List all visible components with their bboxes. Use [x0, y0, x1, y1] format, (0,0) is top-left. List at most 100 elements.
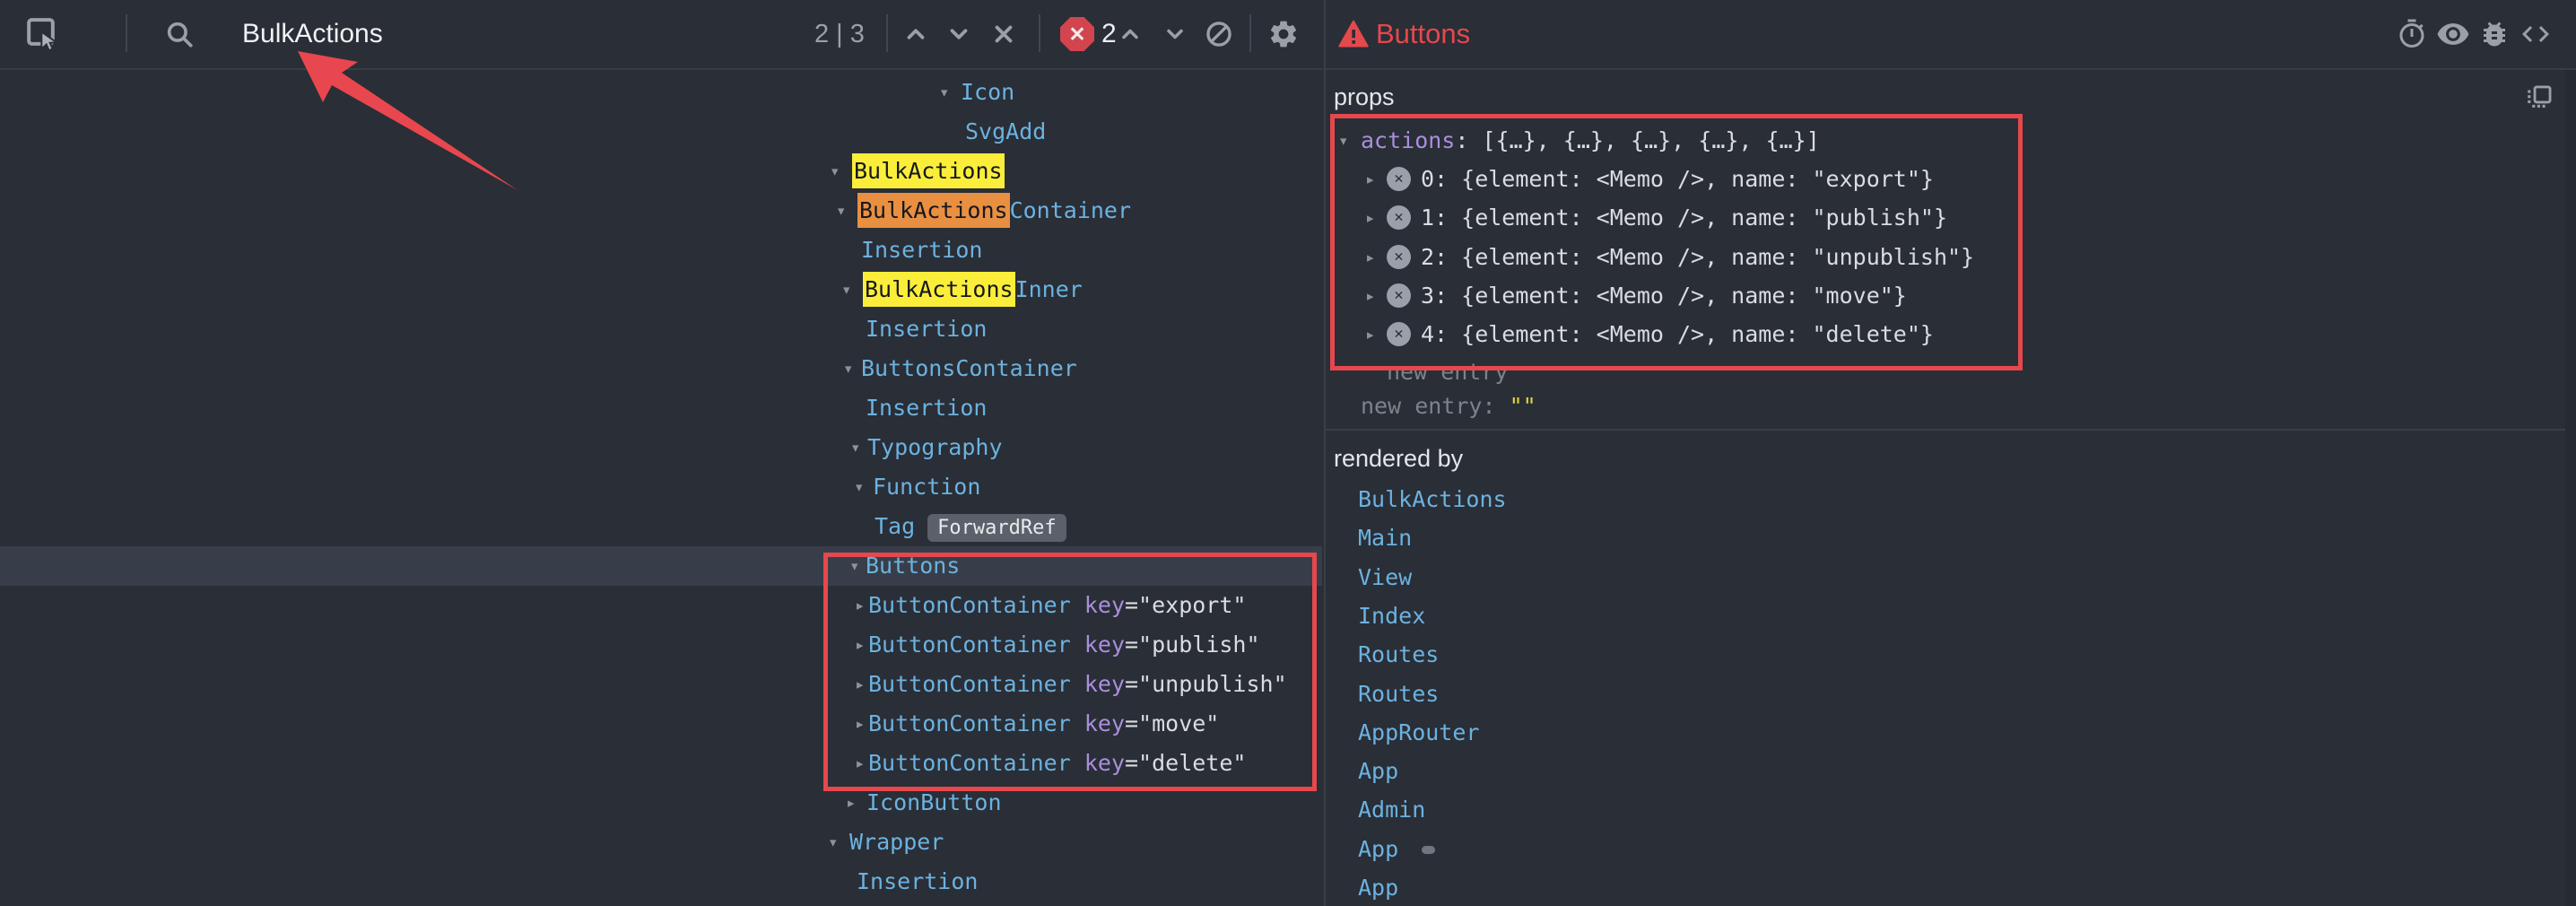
tree-row-buttons[interactable]: ▾ Buttons	[0, 546, 1322, 586]
error-badge-icon: ✕	[1060, 17, 1094, 51]
tree-label-part: Buttons	[866, 553, 960, 579]
panel-divider[interactable]	[1324, 0, 1326, 906]
expand-arrow-icon[interactable]: ▸	[855, 744, 865, 783]
owner-name: Main	[1358, 518, 1412, 558]
tree-label-part: ="unpublish"	[1125, 671, 1287, 697]
tree-row-svgadd[interactable]: SvgAdd	[0, 112, 1322, 152]
scrollbar-track[interactable]	[2565, 70, 2576, 906]
toolbar: BulkActions 2 | 3 ✕ 2	[0, 0, 2576, 70]
owner-name: App	[1358, 868, 1398, 906]
tree-row-label: Insertion	[866, 309, 987, 349]
owner-name: Admin	[1358, 790, 1425, 830]
element-picker-button[interactable]	[20, 0, 66, 68]
inspected-component-title: Buttons	[1376, 0, 1470, 68]
prop-array-item-text: 3: {element: <Memo />, name: "move"}	[1421, 276, 1907, 316]
collapse-arrow-icon[interactable]: ▾	[836, 191, 846, 231]
tree-row-insertion-2[interactable]: Insertion	[0, 309, 1322, 349]
search-results-count: 2 | 3	[814, 0, 865, 68]
element-picker-icon	[25, 16, 61, 52]
copy-props-button[interactable]	[2519, 77, 2560, 118]
tree-label-part: Insertion	[861, 237, 982, 263]
prop-value-preview: : [{…}, {…}, {…}, {…}, {…}]	[1455, 127, 1819, 153]
toolbar-divider	[1249, 14, 1251, 52]
tree-row-iconbutton[interactable]: ▸IconButton	[0, 783, 1322, 823]
delete-entry-icon[interactable]: ✕	[1387, 283, 1411, 308]
tree-label-part	[1071, 671, 1084, 697]
clear-search-button[interactable]	[983, 0, 1024, 68]
tree-label-part: key	[1084, 632, 1125, 658]
prop-array-item-text: 1: {element: <Memo />, name: "publish"}	[1421, 198, 1947, 238]
collapse-arrow-icon[interactable]: ▾	[1338, 121, 1348, 161]
settings-button[interactable]	[1263, 0, 1304, 68]
previous-result-button[interactable]	[895, 0, 936, 68]
toolbar-divider	[126, 14, 127, 52]
clear-errors-button[interactable]	[1198, 0, 1240, 68]
collapse-arrow-icon[interactable]: ▾	[849, 546, 859, 586]
collapse-arrow-icon[interactable]: ▾	[830, 152, 840, 191]
tree-row-label: SvgAdd	[965, 112, 1046, 152]
tree-label-part: ButtonContainer	[868, 592, 1071, 618]
delete-entry-icon[interactable]: ✕	[1387, 245, 1411, 269]
tree-row-function[interactable]: ▾Function	[0, 467, 1322, 507]
expand-arrow-icon[interactable]: ▸	[1365, 238, 1375, 277]
tree-row-label: Insertion	[866, 388, 987, 428]
delete-entry-icon[interactable]: ✕	[1387, 322, 1411, 346]
tree-label-part: Wrapper	[849, 829, 944, 855]
tree-row-insertion-3[interactable]: Insertion	[0, 388, 1322, 428]
tree-row-buttoncontainer-publish[interactable]: ▸ButtonContainer key="publish"	[0, 625, 1322, 665]
suspend-component-button[interactable]	[2391, 0, 2432, 68]
react-devtools-window: BulkActions 2 | 3 ✕ 2	[0, 0, 2576, 906]
tree-row-typography[interactable]: ▾Typography	[0, 428, 1322, 467]
expand-arrow-icon[interactable]: ▸	[1365, 198, 1375, 238]
prop-array-item-text: 4: {element: <Memo />, name: "delete"}	[1421, 315, 1934, 354]
tree-row-label: Function	[873, 467, 980, 507]
owner-name: AppRouter	[1358, 713, 1479, 753]
prop-array-item-text: 0: {element: <Memo />, name: "export"}	[1421, 160, 1934, 199]
collapse-arrow-icon[interactable]: ▾	[854, 467, 864, 507]
tree-row-bulkactions-inner[interactable]: ▾BulkActionsInner	[0, 270, 1322, 309]
collapse-arrow-icon[interactable]: ▾	[841, 270, 851, 309]
expand-arrow-icon[interactable]: ▸	[1365, 160, 1375, 199]
new-entry-value-input[interactable]: ""	[1510, 393, 1536, 419]
tree-row-bulkactions[interactable]: ▾ BulkActions	[0, 152, 1322, 191]
tree-row-insertion-4[interactable]: Insertion	[0, 862, 1322, 902]
expand-arrow-icon[interactable]: ▸	[846, 783, 856, 823]
delete-entry-icon[interactable]: ✕	[1387, 167, 1411, 191]
log-to-console-button[interactable]	[2474, 0, 2515, 68]
tree-row-wrapper[interactable]: ▾ Wrapper	[0, 823, 1322, 862]
tree-row-icon[interactable]: ▾Icon	[0, 73, 1322, 112]
next-error-button[interactable]	[1155, 0, 1195, 68]
expand-arrow-icon[interactable]: ▸	[855, 704, 865, 744]
expand-arrow-icon[interactable]: ▸	[1365, 315, 1375, 354]
next-result-button[interactable]	[938, 0, 979, 68]
tree-row-bulkactions-container[interactable]: ▾BulkActionsContainer	[0, 191, 1322, 231]
collapse-arrow-icon[interactable]: ▾	[939, 73, 949, 112]
owner-name: View	[1358, 558, 1412, 597]
inspect-dom-button[interactable]	[2432, 0, 2474, 68]
tree-row-label: Typography	[867, 428, 1003, 467]
tree-row-label: TagForwardRef	[875, 507, 1066, 548]
tree-row-buttoncontainer-unpublish[interactable]: ▸ButtonContainer key="unpublish"	[0, 665, 1322, 704]
tree-row-buttoncontainer-delete[interactable]: ▸ButtonContainer key="delete"	[0, 744, 1322, 783]
collapse-arrow-icon[interactable]: ▾	[843, 349, 853, 388]
previous-error-button[interactable]	[1110, 0, 1150, 68]
tree-row-buttons-container[interactable]: ▾ButtonsContainer	[0, 349, 1322, 388]
tree-row-tag[interactable]: TagForwardRef	[0, 507, 1322, 546]
expand-arrow-icon[interactable]: ▸	[855, 665, 865, 704]
tree-row-label: BulkActions	[852, 152, 1005, 191]
delete-entry-icon[interactable]: ✕	[1387, 205, 1411, 230]
expand-arrow-icon[interactable]: ▸	[855, 625, 865, 665]
rendered-by-heading: rendered by	[1334, 445, 1463, 473]
search-input[interactable]: BulkActions	[242, 0, 383, 68]
tree-row-buttoncontainer-move[interactable]: ▸ButtonContainer key="move"	[0, 704, 1322, 744]
toolbar-divider	[1039, 14, 1040, 52]
view-source-button[interactable]	[2515, 0, 2556, 68]
collapse-arrow-icon[interactable]: ▾	[828, 823, 838, 862]
tree-label-part: ="export"	[1125, 592, 1246, 618]
tree-row-insertion-1[interactable]: Insertion	[0, 231, 1322, 270]
expand-arrow-icon[interactable]: ▸	[855, 586, 865, 625]
tree-row-buttoncontainer-export[interactable]: ▸ButtonContainer key="export"	[0, 586, 1322, 625]
expand-arrow-icon[interactable]: ▸	[1365, 276, 1375, 316]
owner-name: App	[1358, 830, 1398, 869]
collapse-arrow-icon[interactable]: ▾	[850, 428, 860, 467]
